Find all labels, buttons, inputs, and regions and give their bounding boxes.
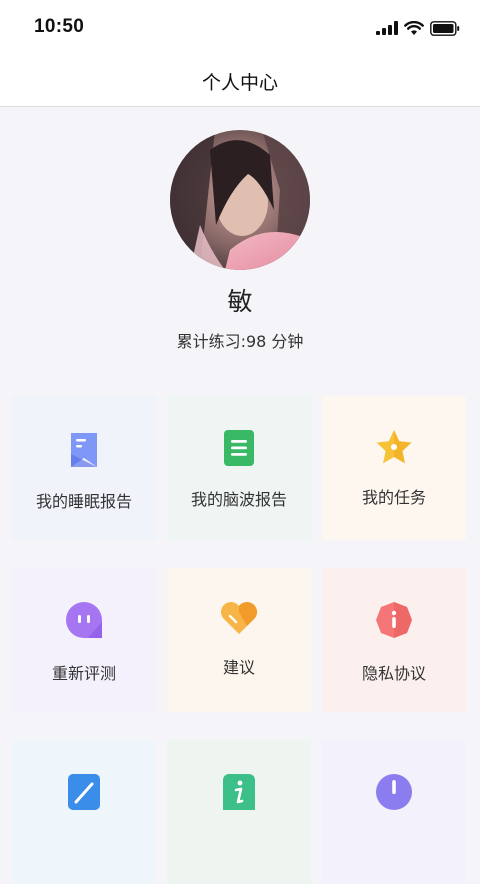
menu-item-about[interactable] <box>167 740 311 884</box>
menu-item-label: 我的脑波报告 <box>190 490 287 509</box>
user-name: 敏 <box>227 287 253 316</box>
practice-time: 累计练习:98 分钟 <box>176 332 304 351</box>
bookmark-report-icon <box>71 433 97 467</box>
menu-item-suggestion[interactable]: 建议 <box>167 568 311 712</box>
wifi-icon <box>404 20 424 35</box>
battery-icon <box>430 20 460 36</box>
menu-item-label: 建议 <box>222 658 255 677</box>
menu-item-reassess[interactable]: 重新评测 <box>12 568 156 712</box>
avatar-photo <box>170 130 310 270</box>
chat-bubble-icon <box>66 602 102 638</box>
header-bar: 个人中心 <box>0 56 480 107</box>
document-list-icon <box>224 430 254 466</box>
menu-item-tasks[interactable]: 我的任务 <box>322 396 466 540</box>
menu-item-privacy[interactable]: 隐私协议 <box>322 568 466 712</box>
info-badge-icon <box>376 602 412 638</box>
menu-item-label: 我的任务 <box>361 488 426 507</box>
status-bar: 10:50 <box>0 0 480 56</box>
status-time: 10:50 <box>34 16 85 37</box>
menu-item-edit[interactable] <box>12 740 156 884</box>
menu-item-label: 我的睡眠报告 <box>35 492 132 511</box>
menu-item-label: 重新评测 <box>51 664 116 683</box>
star-icon <box>376 430 412 464</box>
menu-item-notice[interactable] <box>322 740 466 884</box>
info-icon <box>223 774 255 810</box>
page-title: 个人中心 <box>201 72 278 94</box>
heart-icon <box>221 602 257 634</box>
menu-item-sleep-report[interactable]: 我的睡眠报告 <box>12 396 156 540</box>
status-icons <box>376 18 460 38</box>
edit-icon <box>68 774 100 810</box>
menu-item-label: 隐私协议 <box>361 664 426 683</box>
menu-item-brainwave-report[interactable]: 我的脑波报告 <box>167 396 311 540</box>
alert-icon <box>376 774 412 810</box>
avatar[interactable] <box>170 130 310 270</box>
signal-icon <box>376 21 398 35</box>
